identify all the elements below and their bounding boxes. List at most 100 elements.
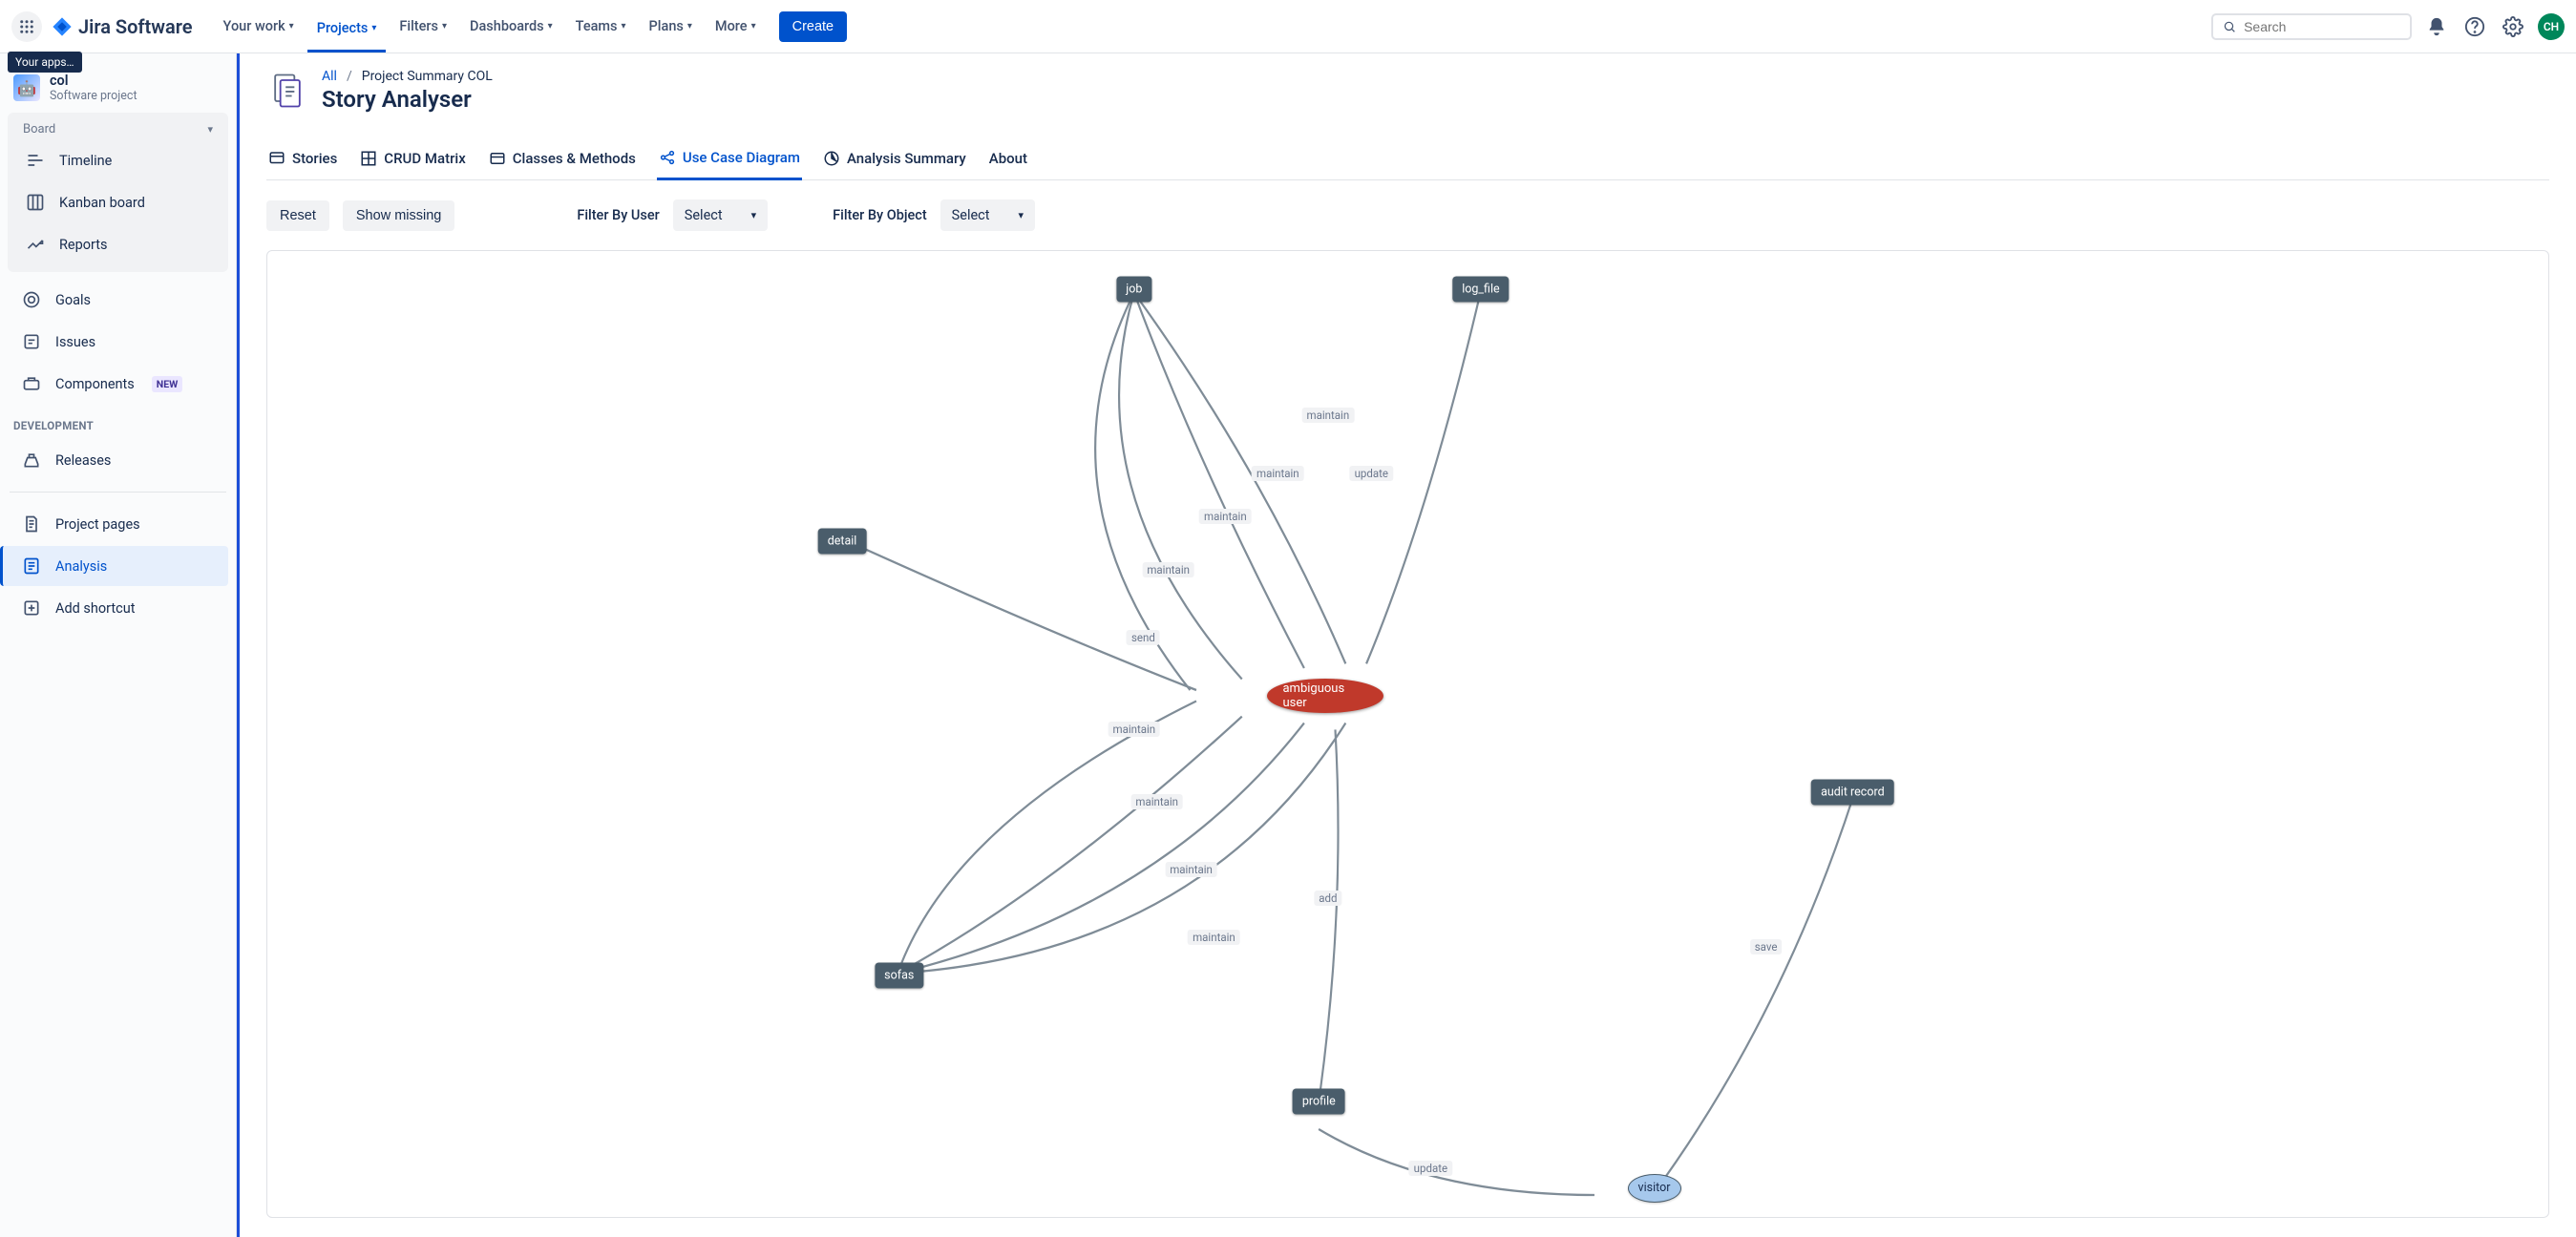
filter-user-select[interactable]: Select ▾ (673, 199, 768, 231)
reset-button[interactable]: Reset (266, 200, 329, 231)
edge-maintain: maintain (1165, 862, 1217, 877)
node-ambiguous-user[interactable]: ambiguous user (1267, 679, 1383, 713)
create-button[interactable]: Create (779, 11, 848, 42)
chevron-down-icon: ▾ (1019, 209, 1024, 221)
section-title-development: DEVELOPMENT (0, 406, 236, 438)
show-missing-button[interactable]: Show missing (343, 200, 454, 231)
node-profile[interactable]: profile (1293, 1088, 1345, 1114)
new-badge: NEW (152, 376, 183, 392)
notifications-icon[interactable] (2423, 13, 2450, 40)
node-job[interactable]: job (1116, 277, 1151, 303)
logo-text: Jira Software (78, 15, 193, 38)
releases-icon (21, 450, 42, 471)
components-icon (21, 373, 42, 394)
select-value: Select (952, 207, 990, 223)
diagram[interactable]: job log_file detail ambiguous user sofas… (266, 250, 2549, 1218)
page-icon (21, 514, 42, 535)
window-icon (489, 150, 506, 167)
project-avatar-icon: 🤖 (13, 74, 40, 101)
search-input[interactable] (2211, 13, 2412, 40)
help-icon[interactable] (2461, 13, 2488, 40)
chevron-down-icon: ▾ (751, 209, 757, 221)
tab-about[interactable]: About (987, 139, 1029, 179)
edge-maintain: maintain (1142, 562, 1194, 577)
tab-summary[interactable]: Analysis Summary (821, 139, 968, 179)
sidebar-reports[interactable]: Reports (11, 224, 224, 264)
nav-filters[interactable]: Filters▾ (390, 10, 456, 42)
breadcrumb: All / Project Summary COL (322, 69, 493, 84)
sidebar-item-label: Add shortcut (55, 600, 136, 617)
node-detail[interactable]: detail (818, 528, 867, 554)
node-audit-record[interactable]: audit record (1811, 779, 1894, 805)
chevron-down-icon: ▾ (622, 21, 626, 31)
edge-maintain: maintain (1108, 722, 1160, 737)
sidebar-item-label: Timeline (59, 153, 112, 169)
sidebar-item-label: Kanban board (59, 195, 145, 211)
tab-label: Use Case Diagram (683, 149, 800, 166)
divider (10, 492, 226, 493)
sidebar-item-label: Analysis (55, 558, 107, 575)
sidebar-item-label: Releases (55, 452, 111, 469)
board-label: Board (23, 122, 55, 136)
grid-icon (360, 150, 377, 167)
logo[interactable]: Jira Software (52, 15, 193, 38)
node-log-file[interactable]: log_file (1452, 277, 1509, 303)
node-sofas[interactable]: sofas (875, 963, 923, 989)
sidebar-project-pages[interactable]: Project pages (8, 504, 228, 544)
nav-projects[interactable]: Projects▾ (307, 12, 387, 52)
chevron-down-icon: ▾ (548, 21, 553, 31)
filter-object-label: Filter By Object (833, 207, 927, 223)
sidebar-item-label: Reports (59, 237, 108, 253)
nav-dashboards[interactable]: Dashboards▾ (460, 10, 562, 42)
tab-use-case[interactable]: Use Case Diagram (657, 139, 802, 180)
filter-object-select[interactable]: Select ▾ (940, 199, 1035, 231)
sidebar-issues[interactable]: Issues (8, 322, 228, 362)
reports-icon (25, 234, 46, 255)
breadcrumb-current: Project Summary COL (362, 69, 493, 84)
main-content: All / Project Summary COL Story Analyser… (237, 53, 2576, 1237)
tab-crud[interactable]: CRUD Matrix (358, 139, 467, 179)
nav-label: Filters (399, 18, 438, 34)
sidebar: Your apps… 🤖 col Software project Board … (0, 53, 237, 1237)
filter-user-label: Filter By User (577, 207, 659, 223)
sidebar-releases[interactable]: Releases (8, 440, 228, 480)
breadcrumb-all[interactable]: All (322, 69, 337, 84)
tab-label: CRUD Matrix (384, 150, 465, 167)
search-icon (2223, 19, 2236, 34)
sidebar-add-shortcut[interactable]: Add shortcut (8, 588, 228, 628)
edge-send: send (1127, 630, 1160, 645)
add-icon (21, 598, 42, 618)
sidebar-item-label: Goals (55, 292, 91, 308)
tab-stories[interactable]: Stories (266, 139, 339, 179)
board-header[interactable]: Board ▾ (11, 118, 224, 138)
avatar[interactable]: CH (2538, 13, 2565, 40)
nav-items: Your work▾ Projects▾ Filters▾ Dashboards… (214, 10, 766, 42)
nav-more[interactable]: More▾ (706, 10, 766, 42)
tabs: Stories CRUD Matrix Classes & Methods Us… (266, 139, 2549, 180)
edge-add: add (1314, 891, 1341, 906)
nav-plans[interactable]: Plans▾ (640, 10, 702, 42)
chevron-down-icon: ▾ (371, 23, 376, 33)
sidebar-goals[interactable]: Goals (8, 280, 228, 320)
node-visitor[interactable]: visitor (1628, 1174, 1681, 1203)
sidebar-kanban[interactable]: Kanban board (11, 182, 224, 222)
top-nav: Jira Software Your work▾ Projects▾ Filte… (0, 0, 2576, 53)
page-icon (266, 70, 308, 112)
tab-classes[interactable]: Classes & Methods (487, 139, 638, 179)
search-field[interactable] (2244, 19, 2400, 34)
chevron-down-icon: ▾ (289, 21, 294, 31)
tab-label: Classes & Methods (513, 150, 636, 167)
page-title: Story Analyser (322, 86, 493, 113)
sidebar-components[interactable]: Components NEW (8, 364, 228, 404)
edge-maintain: maintain (1302, 408, 1355, 423)
nav-label: Plans (649, 18, 684, 34)
settings-icon[interactable] (2500, 13, 2526, 40)
nav-teams[interactable]: Teams▾ (566, 10, 636, 42)
nav-label: More (715, 18, 748, 34)
edge-maintain: maintain (1188, 930, 1240, 945)
app-switcher-icon[interactable] (11, 11, 42, 42)
sidebar-analysis[interactable]: Analysis (0, 546, 228, 586)
sidebar-timeline[interactable]: Timeline (11, 140, 224, 180)
nav-your-work[interactable]: Your work▾ (214, 10, 304, 42)
breadcrumb-sep: / (347, 69, 352, 84)
